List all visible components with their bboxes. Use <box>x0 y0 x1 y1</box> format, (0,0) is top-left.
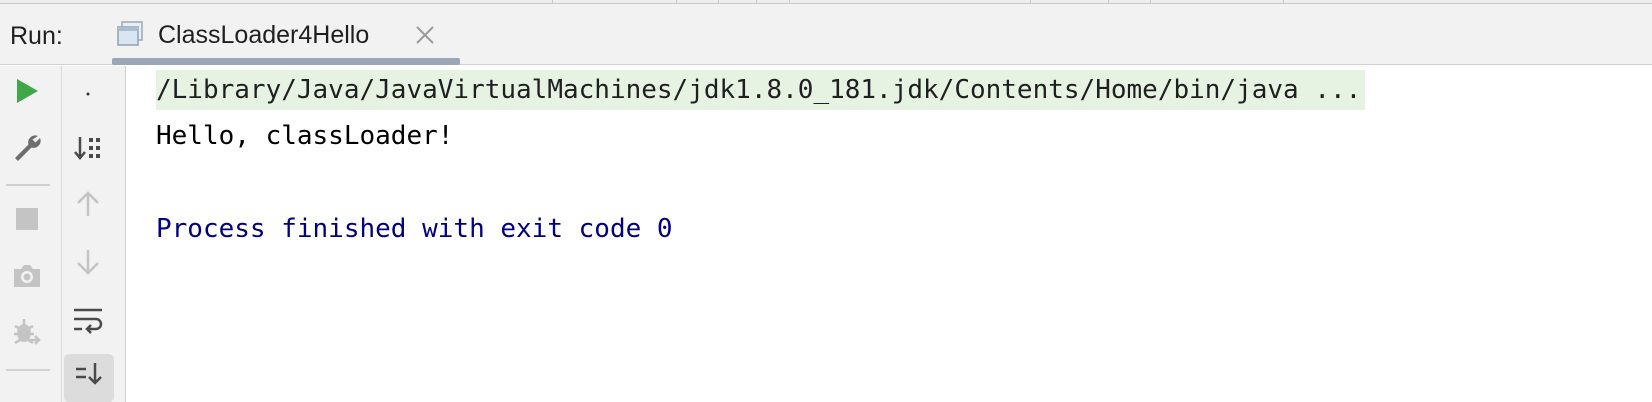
dump-threads-button[interactable] <box>7 258 47 298</box>
program-output: Hello, classLoader! <box>156 121 454 151</box>
scroll-to-end-icon <box>73 361 105 396</box>
run-label: Run: <box>10 22 63 50</box>
soft-wrap-icon <box>71 305 105 340</box>
exit-message: Process finished with exit code 0 <box>156 214 673 244</box>
dot-icon <box>83 84 93 102</box>
scroll-to-end-button[interactable] <box>64 354 114 402</box>
debug-button[interactable] <box>7 314 47 354</box>
debug-icon <box>11 316 43 353</box>
close-icon[interactable] <box>414 24 436 46</box>
camera-icon <box>11 262 43 295</box>
edit-configuration-button[interactable] <box>7 130 47 170</box>
sort-icon <box>73 133 103 168</box>
console-output[interactable]: /Library/Java/JavaVirtualMachines/jdk1.8… <box>127 66 1652 402</box>
tab-title: ClassLoader4Hello <box>158 21 370 49</box>
run-toolbar-primary <box>0 66 62 402</box>
rerun-button[interactable] <box>7 73 47 113</box>
run-tool-window: Run: ClassLoader4Hello /Library/Java/Jav… <box>0 0 1652 402</box>
toolbar-separator <box>6 184 50 186</box>
toolbar-separator <box>6 369 50 371</box>
stop-icon <box>14 206 40 237</box>
command-line[interactable]: /Library/Java/JavaVirtualMachines/jdk1.8… <box>156 70 1366 110</box>
down-button[interactable] <box>68 244 108 284</box>
soft-wrap-button[interactable] <box>68 302 108 342</box>
up-arrow-icon <box>74 189 102 224</box>
application-config-icon <box>116 20 144 48</box>
run-panel-header: Run: ClassLoader4Hello <box>0 4 1652 65</box>
sort-button[interactable] <box>68 130 108 170</box>
down-arrow-icon <box>74 247 102 282</box>
tab-classloader4hello[interactable]: ClassLoader4Hello <box>112 4 460 65</box>
rerun-icon <box>14 77 40 110</box>
stop-button[interactable] <box>7 201 47 241</box>
wrench-icon <box>11 132 43 169</box>
up-button[interactable] <box>68 186 108 226</box>
run-toolbar-secondary <box>62 66 126 402</box>
active-tab-indicator <box>112 58 460 65</box>
more-button[interactable] <box>68 73 108 113</box>
